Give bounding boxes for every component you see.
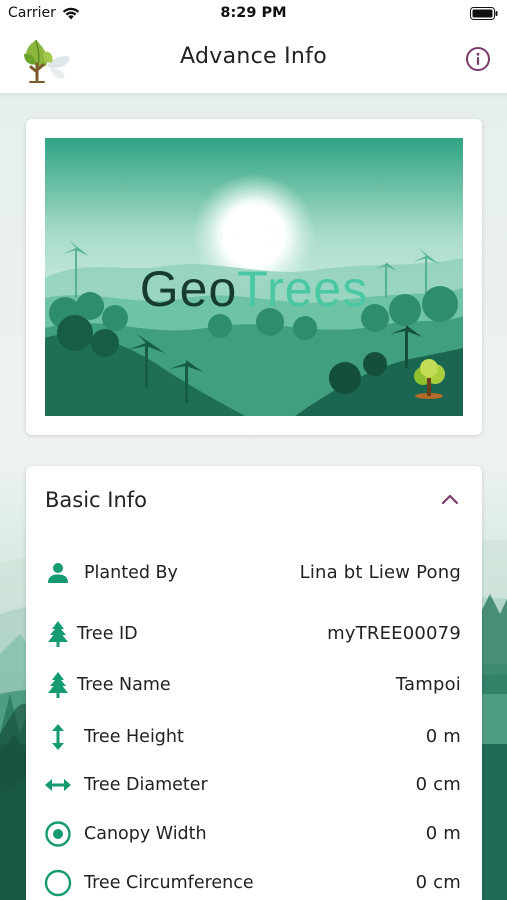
info-row-canopy-width: Canopy Width 0 m xyxy=(26,814,482,854)
info-circle-icon[interactable] xyxy=(465,46,491,72)
info-row-planted-by: Planted By Lina bt Liew Pong xyxy=(26,553,482,593)
section-title: Basic Info xyxy=(45,488,148,512)
info-row-tree-height: Tree Height 0 m xyxy=(26,717,482,757)
info-row-tree-name: Tree Name Tampoi xyxy=(26,665,482,705)
info-row-tree-diameter: Tree Diameter 0 cm xyxy=(26,765,482,805)
svg-text:GeoTrees: GeoTrees xyxy=(140,261,368,317)
row-label: Tree Circumference xyxy=(84,873,254,893)
row-label: Planted By xyxy=(84,563,178,583)
info-row-tree-id: Tree ID myTREE00079 xyxy=(26,614,482,654)
chevron-up-icon[interactable] xyxy=(440,492,460,506)
basic-info-header[interactable]: Basic Info xyxy=(26,466,482,536)
row-value: 0 cm xyxy=(415,774,461,795)
row-value: Tampoi xyxy=(395,674,461,695)
row-value: 0 cm xyxy=(415,872,461,893)
row-value: myTREE00079 xyxy=(327,623,461,644)
radio-dot-icon xyxy=(45,821,71,847)
status-time: 8:29 PM xyxy=(220,5,287,21)
row-label: Tree Height xyxy=(84,727,184,747)
row-label: Tree Diameter xyxy=(84,775,208,795)
row-label: Tree ID xyxy=(77,624,138,644)
horizontal-arrows-icon xyxy=(45,779,71,791)
tree-icon xyxy=(48,621,68,647)
navigation-bar: Advance Info xyxy=(0,28,507,94)
person-icon xyxy=(48,563,68,583)
basic-info-card: Basic Info Planted By Lina bt Liew Pong … xyxy=(26,466,482,900)
row-label: Canopy Width xyxy=(84,824,207,844)
battery-icon xyxy=(470,7,498,20)
vertical-arrows-icon xyxy=(52,724,64,750)
page-title: Advance Info xyxy=(180,44,327,69)
circle-outline-icon xyxy=(44,869,72,897)
brand-trees: Trees xyxy=(237,261,368,317)
brand-geo: Geo xyxy=(140,261,238,317)
status-bar: Carrier 8:29 PM xyxy=(0,0,507,28)
row-value: Lina bt Liew Pong xyxy=(299,562,461,583)
row-value: 0 m xyxy=(425,823,461,844)
geotrees-banner: GeoTrees xyxy=(45,138,463,416)
row-value: 0 m xyxy=(425,726,461,747)
info-row-tree-circumference: Tree Circumference 0 cm xyxy=(26,863,482,900)
tree-icon xyxy=(48,672,68,698)
row-label: Tree Name xyxy=(77,675,171,695)
hero-card: GeoTrees xyxy=(26,119,482,435)
